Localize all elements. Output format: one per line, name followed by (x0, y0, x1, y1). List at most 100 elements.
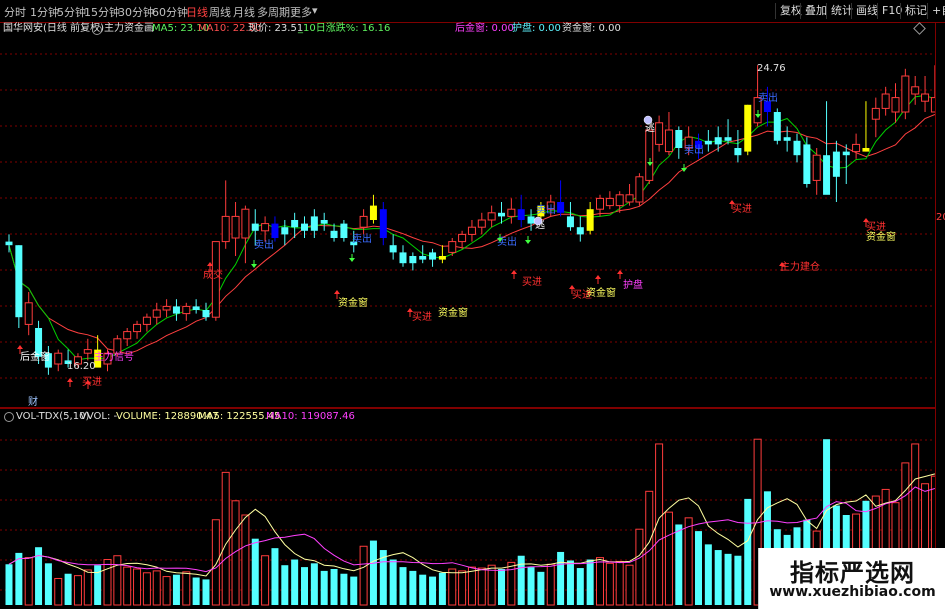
volume-bar (586, 559, 594, 605)
candle-body (301, 223, 308, 231)
candle-body (330, 230, 338, 238)
volume-bar (635, 528, 644, 606)
candle-body (724, 137, 732, 141)
candle-body (24, 302, 33, 325)
candle-body (399, 252, 407, 264)
volume-bar (54, 577, 63, 606)
signal-label: 买进 (412, 311, 432, 323)
candle-body (241, 208, 250, 239)
volume-bar (73, 575, 82, 606)
volume-bar (133, 568, 142, 606)
volume-bar (498, 569, 505, 605)
volume-bar (162, 576, 171, 606)
signal-label: 买进 (522, 276, 542, 288)
candle-body (566, 216, 574, 228)
volume-bar (467, 566, 476, 606)
candle-body (586, 209, 594, 231)
volume-bar (448, 568, 457, 606)
candle-body (862, 148, 870, 152)
volume-bar (202, 579, 210, 605)
signal-label: 资金窗 (586, 286, 616, 299)
volume-bar (704, 544, 712, 605)
volume-bar (557, 551, 565, 605)
candle-body (773, 112, 781, 141)
candle-body (271, 223, 279, 238)
candle-body (664, 129, 673, 153)
signal-label: 主力信号 (94, 350, 134, 363)
candle-body (803, 144, 811, 184)
volume-bar (359, 545, 368, 606)
volume-bar (261, 555, 270, 606)
volume-bar (369, 540, 377, 605)
volume-bar (615, 560, 624, 606)
candle-body (192, 306, 200, 310)
volume-bar (251, 538, 259, 605)
candle-body (15, 245, 23, 318)
candle-body (675, 130, 683, 148)
escape-marker-icon (643, 115, 653, 125)
candle-body (812, 154, 821, 181)
volume-bar (714, 550, 722, 605)
signal-label: 卖出 (536, 203, 556, 216)
volume-bar (172, 574, 180, 605)
volume-bar (44, 563, 52, 605)
volume-bar (291, 559, 299, 605)
candle-body (359, 215, 368, 228)
volume-bar (113, 555, 122, 606)
vol-indicator-name[interactable]: VOL-TDX(5,10) (16, 410, 89, 423)
signal-label: 资金窗 (338, 296, 368, 309)
candle-body (793, 140, 801, 156)
candle-body (133, 323, 142, 333)
candle-body (477, 219, 486, 228)
buy-arrow-icon (334, 290, 340, 294)
candle-body (162, 305, 171, 311)
volume-bar (389, 559, 397, 605)
volume-bar (211, 519, 220, 606)
signal-label: 买进 (82, 376, 102, 388)
buy-arrow-icon (67, 378, 73, 382)
signal-label: 卖出 (684, 143, 704, 156)
candle-body (655, 122, 664, 145)
volume-bar (596, 557, 604, 606)
signal-label: 成交 (203, 268, 223, 281)
volume-bar (724, 553, 732, 605)
candle-body (261, 223, 270, 232)
volume-bar (744, 498, 752, 605)
volume-bar (301, 567, 308, 605)
volume-bar (605, 562, 614, 606)
volume-bar (429, 576, 437, 605)
volume-bar (64, 573, 72, 605)
candle-body (251, 223, 259, 231)
volume-bar (734, 555, 742, 605)
candle-body (389, 245, 397, 253)
candle-body (881, 93, 890, 109)
escape-marker-icon (533, 216, 543, 226)
volume-bar (15, 552, 23, 605)
volume-bar (340, 573, 348, 605)
candle-body (409, 256, 417, 264)
candle-body (310, 216, 318, 231)
candle-body (517, 209, 525, 220)
volume-bar (350, 576, 358, 605)
candle-body (487, 212, 496, 221)
candle-body (83, 349, 92, 354)
candle-body (231, 215, 240, 239)
candle-body (142, 316, 151, 325)
candle-body (596, 197, 604, 210)
candle-body (152, 309, 161, 318)
candle-body (635, 176, 644, 203)
candle-body (832, 151, 840, 177)
signal-label: 资金窗 (438, 306, 468, 319)
vol-settings-icon[interactable] (4, 412, 14, 422)
vvol-value: VVOL: - (80, 411, 118, 422)
volume-bar (241, 514, 250, 606)
candle-body (281, 227, 289, 235)
candle-body (5, 241, 13, 246)
volume-bar (487, 564, 496, 606)
volume-bar (281, 565, 289, 605)
candle-body (221, 215, 230, 243)
right-axis (935, 22, 945, 609)
candle-body (379, 209, 387, 238)
kline-chart[interactable]: 24.7616.20后金窗 主力信号买进财成交卖出卖出资金窗买进 资金窗卖出卖出买进… (0, 0, 935, 609)
candle-body (54, 352, 63, 365)
